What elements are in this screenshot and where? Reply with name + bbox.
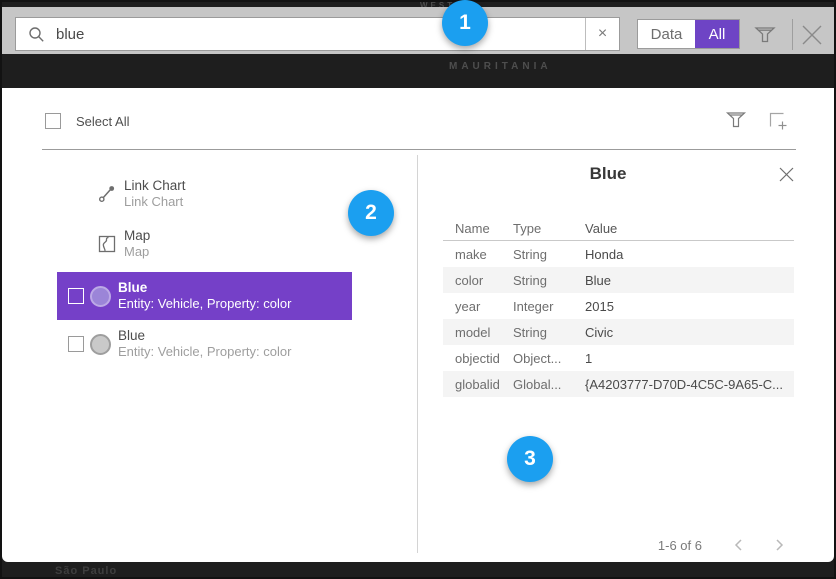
attr-name: model — [443, 325, 513, 340]
table-row: objectid Object... 1 — [443, 345, 794, 371]
result-title: Blue — [118, 280, 291, 296]
filter-icon[interactable] — [753, 23, 777, 47]
select-all-label: Select All — [76, 114, 129, 129]
table-row: make String Honda — [443, 241, 794, 267]
column-header-type: Type — [513, 221, 585, 236]
map-label-mauritania: MAURITANIA — [449, 61, 552, 72]
toolbar-divider — [792, 19, 793, 50]
result-title: Map — [124, 228, 150, 244]
add-to-selection-icon[interactable] — [768, 111, 788, 131]
attr-value: Honda — [585, 247, 794, 262]
list-detail-divider — [417, 155, 418, 553]
attr-value: Blue — [585, 273, 794, 288]
pagination-next-icon[interactable] — [771, 537, 787, 553]
search-toolbar: × Data All — [2, 7, 834, 54]
scope-option-all[interactable]: All — [695, 20, 739, 48]
column-header-name: Name — [443, 221, 513, 236]
result-checkbox[interactable] — [68, 336, 84, 352]
result-title: Link Chart — [124, 178, 186, 194]
attr-type: Integer — [513, 299, 585, 314]
detail-title: Blue — [418, 164, 798, 184]
table-row: color String Blue — [443, 267, 794, 293]
attr-name: objectid — [443, 351, 513, 366]
callout-badge-2: 2 — [348, 190, 394, 236]
attr-type: Object... — [513, 351, 585, 366]
entity-circle-icon — [90, 286, 111, 307]
attr-type: String — [513, 325, 585, 340]
attr-name: make — [443, 247, 513, 262]
entity-circle-icon — [90, 334, 111, 355]
table-row: globalid Global... {A4203777-D70D-4C5C-9… — [443, 371, 794, 397]
attr-name: globalid — [443, 377, 513, 392]
clear-search-button[interactable]: × — [586, 18, 619, 50]
attr-value: 1 — [585, 351, 794, 366]
attr-type: String — [513, 273, 585, 288]
attr-type: Global... — [513, 377, 585, 392]
search-overlay-screen: WESTER MAURITANIA São Paulo × Data All — [0, 0, 836, 579]
attribute-table-header: Name Type Value — [443, 216, 794, 240]
pagination-prev-icon[interactable] — [731, 537, 747, 553]
result-title: Blue — [118, 328, 291, 344]
link-chart-icon — [96, 184, 117, 205]
search-box: × — [15, 17, 620, 51]
attr-type: String — [513, 247, 585, 262]
result-checkbox[interactable] — [68, 288, 84, 304]
table-row: year Integer 2015 — [443, 293, 794, 319]
result-item-link-chart[interactable]: Link Chart Link Chart — [57, 172, 352, 216]
result-subtitle: Entity: Vehicle, Property: color — [118, 296, 291, 312]
result-item-blue[interactable]: Blue Entity: Vehicle, Property: color — [57, 320, 352, 368]
attr-value: Civic — [585, 325, 794, 340]
panel-header-divider — [42, 149, 796, 150]
callout-badge-1: 1 — [442, 0, 488, 46]
select-all-checkbox[interactable] — [45, 113, 61, 129]
result-item-map[interactable]: Map Map — [57, 222, 352, 266]
column-header-value: Value — [585, 221, 794, 236]
attr-value: 2015 — [585, 299, 794, 314]
search-scope-toggle: Data All — [637, 19, 740, 49]
result-subtitle: Link Chart — [124, 194, 186, 210]
map-icon — [96, 234, 117, 255]
table-row: model String Civic — [443, 319, 794, 345]
search-results-panel: Select All — [2, 88, 834, 562]
attr-value: {A4203777-D70D-4C5C-9A65-C... — [585, 377, 794, 392]
result-subtitle: Entity: Vehicle, Property: color — [118, 344, 291, 360]
scope-option-data[interactable]: Data — [638, 20, 695, 48]
results-filter-icon[interactable] — [725, 109, 747, 131]
attr-name: year — [443, 299, 513, 314]
result-subtitle: Map — [124, 244, 150, 260]
attribute-table: make String Honda color String Blue year… — [443, 241, 794, 397]
callout-badge-3: 3 — [507, 436, 553, 482]
search-icon — [28, 26, 45, 43]
result-item-blue-selected[interactable]: Blue Entity: Vehicle, Property: color — [57, 272, 352, 320]
map-label-sao-paulo: São Paulo — [55, 565, 117, 577]
search-input[interactable] — [45, 18, 585, 50]
detail-close-icon[interactable] — [777, 165, 796, 184]
pagination-label: 1-6 of 6 — [642, 538, 702, 553]
attr-name: color — [443, 273, 513, 288]
close-search-icon[interactable] — [799, 22, 825, 48]
